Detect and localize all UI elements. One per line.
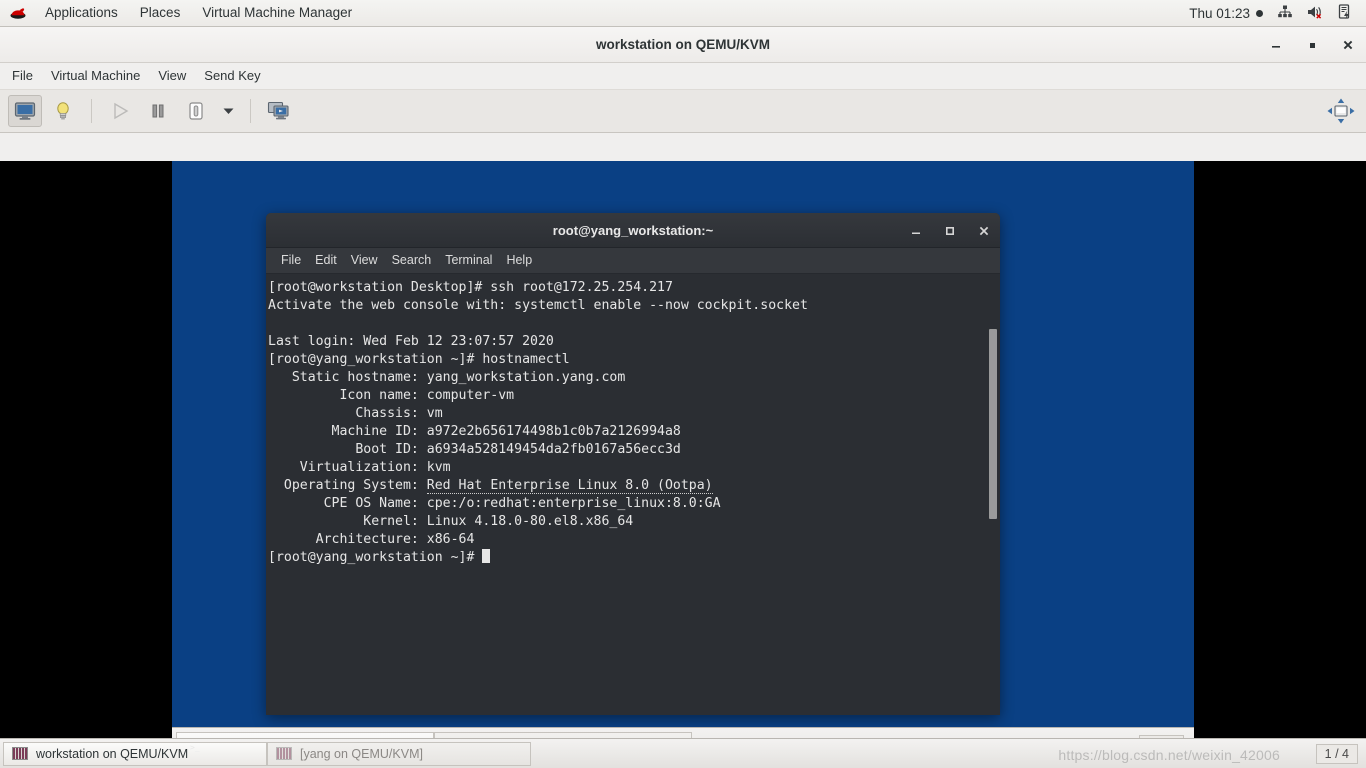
applications-menu[interactable]: Applications (34, 0, 129, 26)
terminal-menu-view[interactable]: View (344, 248, 385, 273)
terminal-window-controls (908, 213, 992, 248)
menu-view[interactable]: View (149, 63, 195, 89)
virt-manager-icon (276, 747, 292, 760)
run-button[interactable] (103, 95, 137, 127)
virt-manager-menubar: File Virtual Machine View Send Key (0, 63, 1366, 90)
terminal-menu-terminal[interactable]: Terminal (438, 248, 499, 273)
terminal-close-button[interactable] (976, 223, 992, 239)
toolbar-separator-2 (250, 99, 251, 123)
terminal-maximize-button[interactable] (942, 223, 958, 239)
notification-dot-icon (1256, 9, 1263, 17)
clock-label: Thu 01:23 (1189, 5, 1250, 21)
host-taskbar-item-yang[interactable]: [yang on QEMU/KVM] (267, 741, 531, 766)
shutdown-button[interactable] (179, 95, 213, 127)
virt-manager-window: workstation on QEMU/KVM File Virtual Mac… (0, 27, 1366, 765)
terminal-menu-file[interactable]: File (274, 248, 308, 273)
watermark: https://blog.csdn.net/weixin_42006 (1058, 747, 1280, 763)
system-tray[interactable] (1277, 4, 1366, 22)
vm-display-area[interactable]: root@yang_workstation:~ File Edit View S… (0, 161, 1366, 765)
minimize-button[interactable] (1268, 37, 1284, 53)
menu-virtual-machine[interactable]: Virtual Machine (42, 63, 149, 89)
virt-manager-icon (12, 747, 28, 760)
clock-area[interactable]: Thu 01:23 (1189, 6, 1277, 21)
terminal-menu-search[interactable]: Search (385, 248, 439, 273)
show-console-button[interactable] (8, 95, 42, 127)
terminal-titlebar: root@yang_workstation:~ (266, 213, 1000, 248)
toolbar-separator-1 (91, 99, 92, 123)
network-icon (1277, 5, 1293, 22)
guest-screen: root@yang_workstation:~ File Edit View S… (172, 161, 1194, 765)
redhat-logo-icon (9, 6, 27, 20)
fullscreen-button[interactable] (262, 95, 296, 127)
host-taskbar-item-workstation[interactable]: workstation on QEMU/KVM (3, 741, 267, 766)
virt-manager-window-controls (1268, 27, 1356, 63)
terminal-scrollbar[interactable] (989, 329, 997, 519)
host-taskbar-item-yang-label: [yang on QEMU/KVM] (300, 746, 423, 761)
resize-to-vm-button[interactable] (1324, 95, 1358, 127)
virt-manager-toolbar (0, 90, 1366, 133)
host-taskbar-item-workstation-label: workstation on QEMU/KVM (36, 746, 189, 761)
menu-send-key[interactable]: Send Key (195, 63, 269, 89)
volume-muted-icon (1307, 5, 1324, 22)
guest-terminal-window: root@yang_workstation:~ File Edit View S… (266, 213, 1000, 715)
terminal-menu-edit[interactable]: Edit (308, 248, 344, 273)
host-workspace-indicator[interactable]: 1 / 4 (1315, 743, 1358, 764)
maximize-button[interactable] (1304, 37, 1320, 53)
virt-manager-title: workstation on QEMU/KVM (595, 37, 770, 52)
terminal-menu-help[interactable]: Help (499, 248, 539, 273)
show-details-button[interactable] (46, 95, 80, 127)
terminal-title: root@yang_workstation:~ (552, 222, 714, 238)
pause-button[interactable] (141, 95, 175, 127)
terminal-text: [root@workstation Desktop]# ssh root@172… (268, 280, 808, 565)
terminal-menubar: File Edit View Search Terminal Help (266, 248, 1000, 274)
gnome-top-bar: Applications Places Virtual Machine Mana… (0, 0, 1366, 27)
places-menu[interactable]: Places (129, 0, 192, 26)
terminal-minimize-button[interactable] (908, 223, 924, 239)
menu-file[interactable]: File (3, 63, 42, 89)
virt-manager-titlebar: workstation on QEMU/KVM (0, 27, 1366, 63)
terminal-output-area[interactable]: [root@workstation Desktop]# ssh root@172… (266, 275, 1000, 715)
virtual-machine-manager-menu[interactable]: Virtual Machine Manager (191, 0, 363, 26)
battery-icon (1338, 4, 1352, 22)
close-button[interactable] (1340, 37, 1356, 53)
shutdown-dropdown-button[interactable] (217, 95, 239, 127)
host-taskbar: workstation on QEMU/KVM [yang on QEMU/KV… (0, 738, 1366, 768)
